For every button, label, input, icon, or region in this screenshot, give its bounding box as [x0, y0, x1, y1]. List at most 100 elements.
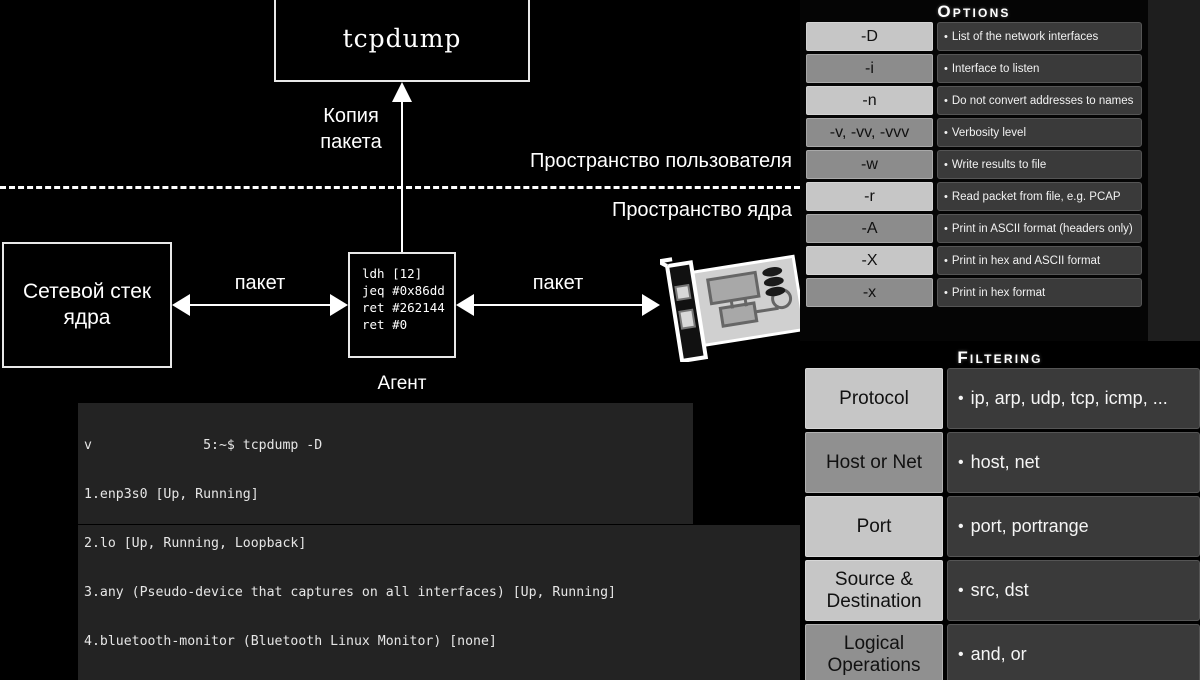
terminal-line: 4.bluetooth-monitor (Bluetooth Linux Mon… [84, 633, 497, 649]
bullet-icon: • [958, 581, 964, 599]
bullet-icon: • [944, 286, 948, 299]
option-description: • Print in hex and ASCII format [937, 246, 1142, 275]
option-description: • List of the network interfaces [937, 22, 1142, 51]
bullet-icon: • [958, 645, 964, 663]
option-description-text: Print in hex and ASCII format [951, 254, 1101, 267]
option-description-text: Read packet from file, e.g. PCAP [951, 190, 1121, 203]
tcpdump-box: tcpdump [274, 0, 530, 82]
options-panel-filler [1148, 0, 1200, 341]
left-packet-arrow-to-stack [172, 294, 190, 316]
terminal-line: 2.lo [Up, Running, Loopback] [84, 535, 307, 551]
filter-row: Source & Destination • src, dst [800, 560, 1200, 621]
userspace-kernelspace-divider [0, 186, 800, 189]
option-row: -v, -vv, -vvv • Verbosity level [806, 118, 1142, 147]
filter-values: • port, portrange [947, 496, 1200, 557]
filter-category: Source & Destination [805, 560, 943, 621]
option-description-text: Verbosity level [951, 126, 1027, 139]
filter-values-text: host, net [970, 452, 1040, 472]
option-description: • Interface to listen [937, 54, 1142, 83]
left-packet-line [190, 304, 330, 306]
terminal-line: 3.any (Pseudo-device that captures on al… [84, 584, 616, 600]
option-row: -x • Print in hex format [806, 278, 1142, 307]
copy-packet-label: Копия пакета [296, 103, 406, 155]
option-description-text: Write results to file [951, 158, 1047, 171]
option-description: • Do not convert addresses to names [937, 86, 1142, 115]
filter-row: Port • port, portrange [800, 496, 1200, 557]
option-flag: -i [806, 54, 933, 83]
options-rows: -D • List of the network interfaces -i • Inte… [800, 22, 1148, 307]
filtering-panel: Filtering Protocol • ip, arp, udp, tcp, ic… [800, 341, 1200, 680]
option-flag: -A [806, 214, 933, 243]
option-row: -A • Print in ASCII format (headers only) [806, 214, 1142, 243]
option-description: • Verbosity level [937, 118, 1142, 147]
terminal-output[interactable]: v 5:~$ tcpdump -D 1.enp3s0 [Up, Running]… [0, 400, 800, 680]
option-description: • Write results to file [937, 150, 1142, 179]
filter-values: • host, net [947, 432, 1200, 493]
right-packet-arrow-to-agent [456, 294, 474, 316]
netstack-line2: ядра [63, 306, 111, 329]
bullet-icon: • [944, 158, 948, 171]
bullet-icon: • [944, 94, 948, 107]
filter-category: Port [805, 496, 943, 557]
kernel-network-stack-box: Сетевой стек ядра [2, 242, 172, 368]
filter-category: Host or Net [805, 432, 943, 493]
option-flag: -r [806, 182, 933, 211]
option-row: -X • Print in hex and ASCII format [806, 246, 1142, 275]
netstack-line1: Сетевой стек [22, 279, 152, 303]
bullet-icon: • [944, 30, 948, 43]
terminal-text: v 5:~$ tcpdump -D 1.enp3s0 [Up, Running]… [78, 403, 800, 680]
right-packet-line [474, 304, 642, 306]
filter-values: • and, or [947, 624, 1200, 680]
option-description-text: Print in hex format [951, 286, 1046, 299]
bullet-icon: • [944, 126, 948, 139]
option-flag: -x [806, 278, 933, 307]
terminal-line: 1.enp3s0 [Up, Running] [84, 486, 259, 502]
option-description: • Print in ASCII format (headers only) [937, 214, 1142, 243]
slide-root: Пространство пользователя Пространство я… [0, 0, 1200, 680]
option-flag: -D [806, 22, 933, 51]
filter-values: • ip, arp, udp, tcp, icmp, ... [947, 368, 1200, 429]
option-flag: -w [806, 150, 933, 179]
option-flag: -X [806, 246, 933, 275]
filtering-rows: Protocol • ip, arp, udp, tcp, icmp, ... Hos… [800, 368, 1200, 680]
right-packet-label: пакет [532, 272, 584, 294]
filter-category: Protocol [805, 368, 943, 429]
option-row: -D • List of the network interfaces [806, 22, 1142, 51]
copy-arrow-head [392, 82, 412, 102]
userspace-label: Пространство пользователя [530, 150, 792, 172]
option-description-text: List of the network interfaces [951, 30, 1099, 43]
option-flag: -n [806, 86, 933, 115]
filter-values-text: src, dst [970, 580, 1029, 600]
bullet-icon: • [944, 222, 948, 235]
bullet-icon: • [958, 453, 964, 471]
filter-row: Logical Operations • and, or [800, 624, 1200, 680]
option-row: -n • Do not convert addresses to names [806, 86, 1142, 115]
filter-values-text: ip, arp, udp, tcp, icmp, ... [970, 388, 1168, 408]
option-description: • Print in hex format [937, 278, 1142, 307]
left-packet-arrow-to-agent [330, 294, 348, 316]
option-row: -i • Interface to listen [806, 54, 1142, 83]
terminal-prompt-1: v 5:~$ tcpdump -D [84, 437, 323, 453]
filter-values-text: port, portrange [970, 516, 1089, 536]
left-packet-label: пакет [234, 272, 286, 294]
filtering-panel-title: Filtering [957, 348, 1043, 367]
option-description: • Read packet from file, e.g. PCAP [937, 182, 1142, 211]
bpf-agent-box: ldh [12] jeq #0x86dd ret #262144 ret #0 [348, 252, 456, 358]
option-row: -w • Write results to file [806, 150, 1142, 179]
options-panel-title: Options [937, 2, 1011, 21]
kernelspace-label: Пространство ядра [611, 199, 792, 221]
filter-values: • src, dst [947, 560, 1200, 621]
filter-category: Logical Operations [805, 624, 943, 680]
bullet-icon: • [958, 389, 964, 407]
bullet-icon: • [944, 190, 948, 203]
filter-row: Host or Net • host, net [800, 432, 1200, 493]
option-description-text: Interface to listen [951, 62, 1040, 75]
copy-packet-label-line2: пакета [320, 131, 382, 153]
network-interface-card-icon [660, 254, 800, 362]
options-panel: Options -D • List of the network interface… [800, 0, 1148, 341]
agent-label: Агент [377, 373, 427, 394]
bpf-program-code: ldh [12] jeq #0x86dd ret #262144 ret #0 [362, 266, 445, 332]
filter-values-text: and, or [970, 644, 1027, 664]
option-description-text: Print in ASCII format (headers only) [951, 222, 1133, 235]
option-flag: -v, -vv, -vvv [806, 118, 933, 147]
